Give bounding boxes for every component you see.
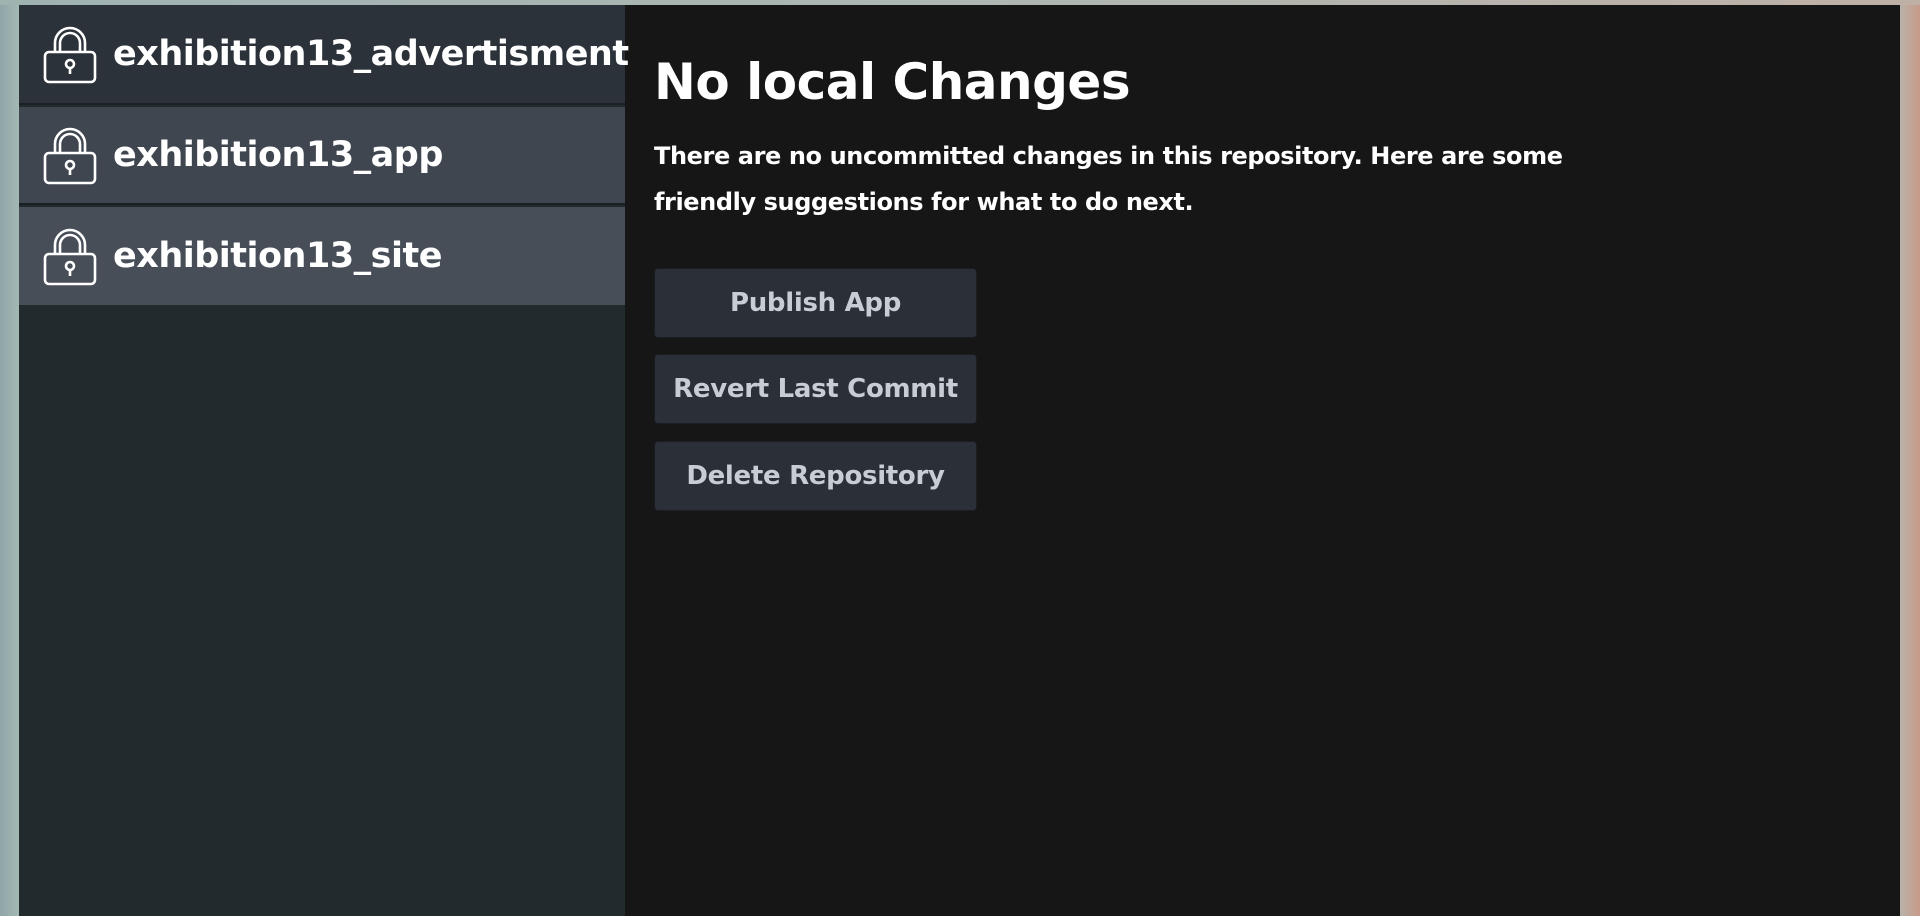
- lock-icon: [43, 127, 97, 185]
- page-title: No local Changes: [654, 53, 1131, 111]
- repository-sidebar: exhibition13_advertisment exhibition13_a…: [19, 5, 629, 916]
- lock-icon: [43, 228, 97, 286]
- repo-item-exhibition13-site[interactable]: exhibition13_site: [19, 207, 625, 305]
- lock-icon: [43, 26, 97, 84]
- app-window: exhibition13_advertisment exhibition13_a…: [19, 5, 1900, 916]
- repo-label: exhibition13_advertisment: [113, 34, 629, 74]
- publish-app-button[interactable]: Publish App: [654, 268, 977, 338]
- repo-label: exhibition13_site: [113, 236, 442, 276]
- repo-item-exhibition13-app[interactable]: exhibition13_app: [19, 107, 625, 205]
- delete-repository-button[interactable]: Delete Repository: [654, 441, 977, 511]
- repo-label: exhibition13_app: [113, 135, 443, 175]
- revert-last-commit-button[interactable]: Revert Last Commit: [654, 354, 977, 424]
- main-panel: No local Changes There are no uncommitte…: [625, 5, 1900, 916]
- repo-item-exhibition13-advertisment[interactable]: exhibition13_advertisment: [19, 5, 629, 105]
- page-description: There are no uncommitted changes in this…: [654, 142, 1563, 216]
